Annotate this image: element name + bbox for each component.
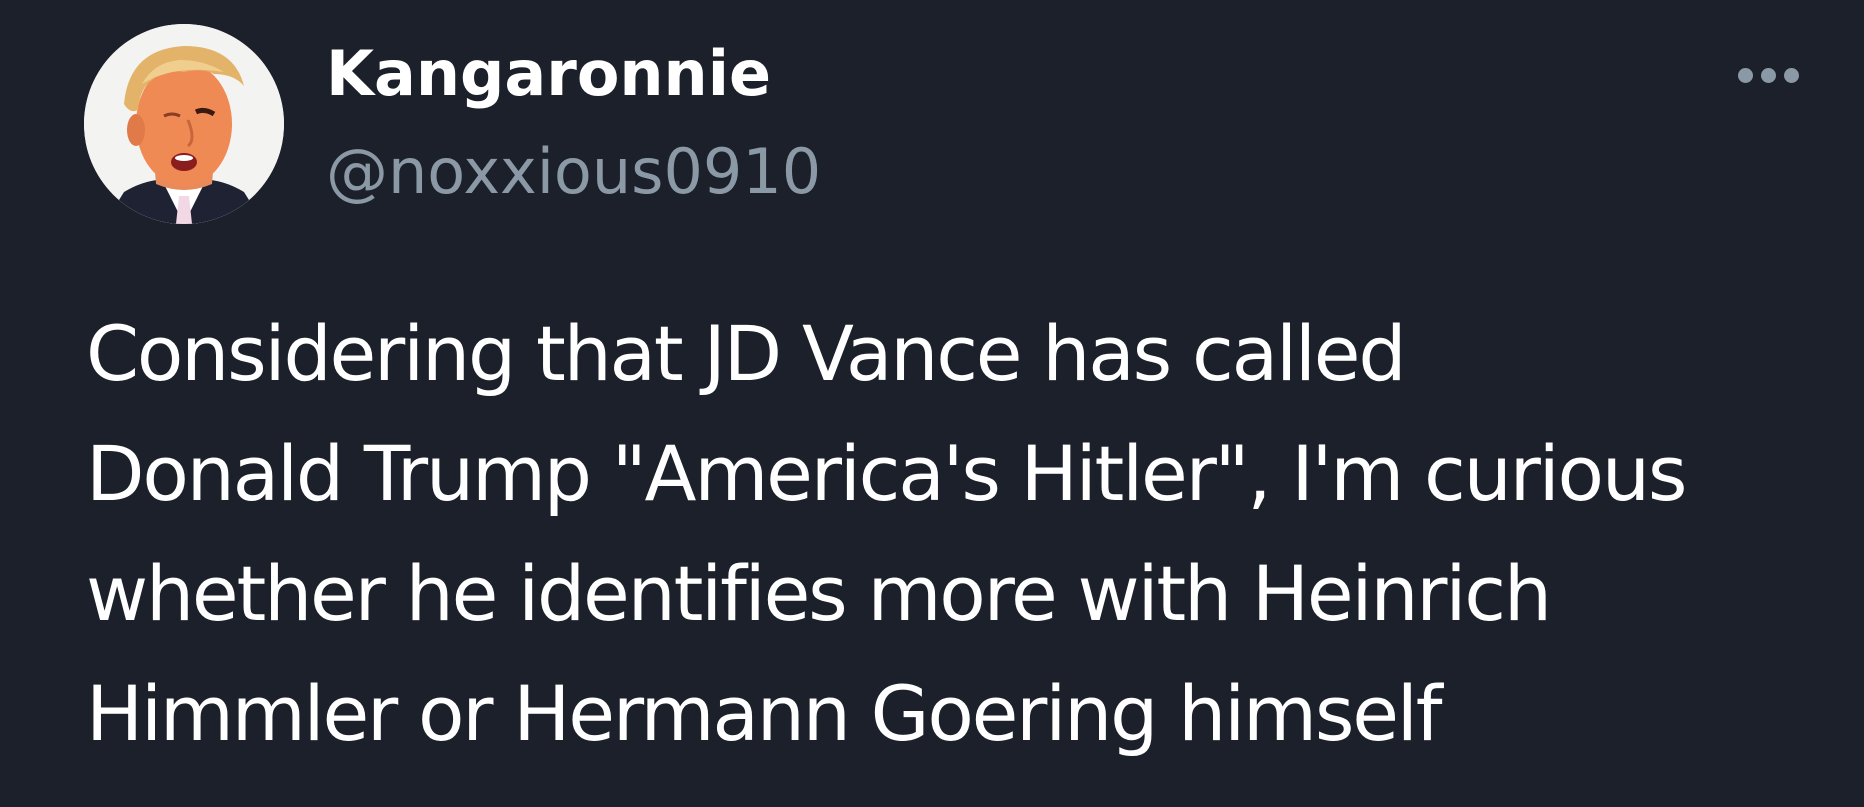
author-display-name[interactable]: Kangaronnie: [326, 36, 771, 112]
tweet-card: Kangaronnie @noxxious0910 Considering th…: [0, 0, 1864, 807]
tweet-text-line: Donald Trump "America's Hitler", I'm cur…: [86, 429, 1687, 518]
more-horizontal-icon-dot: [1760, 67, 1776, 83]
more-horizontal-icon-dot: [1783, 67, 1799, 83]
tweet-text-line: whether he identifies more with Heinrich: [86, 549, 1552, 638]
avatar-portrait-icon: [84, 24, 284, 224]
tweet-text-line: Himmler or Hermann Goering himself: [86, 669, 1442, 758]
more-options-button[interactable]: [1728, 58, 1808, 92]
tweet-text: Considering that JD Vance has called Don…: [86, 294, 1826, 774]
tweet-text-line: Considering that JD Vance has called: [86, 309, 1407, 398]
avatar[interactable]: [84, 24, 284, 224]
more-horizontal-icon: [1737, 67, 1753, 83]
author-handle[interactable]: @noxxious0910: [326, 134, 821, 210]
